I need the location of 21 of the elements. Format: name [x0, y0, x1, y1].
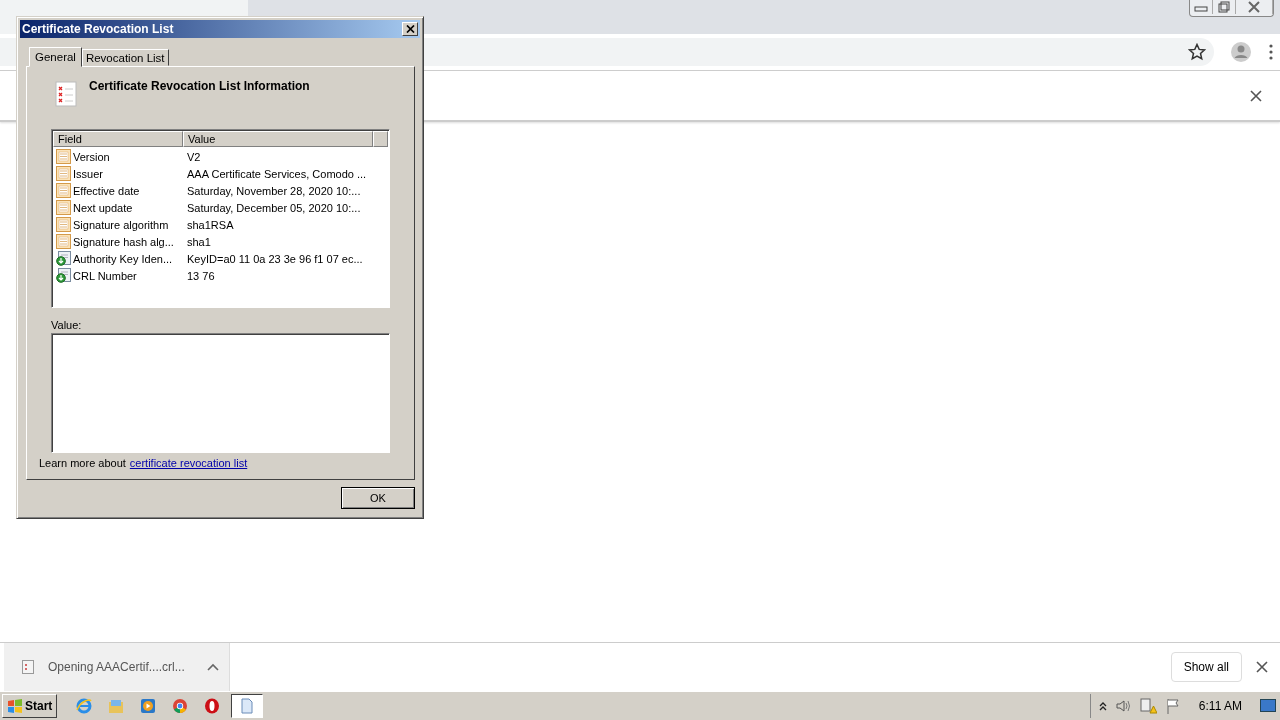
- field-name: Issuer: [73, 167, 103, 180]
- field-value: KeyID=a0 11 0a 23 3e 96 f1 07 ec...: [186, 252, 363, 265]
- field-value: Saturday, December 05, 2020 10:...: [186, 201, 361, 214]
- field-value: sha1RSA: [186, 218, 234, 231]
- field-name: Signature hash alg...: [73, 235, 174, 248]
- section-heading: Certificate Revocation List Information: [89, 79, 310, 93]
- field-value: 13 76: [186, 269, 215, 282]
- field-name: Authority Key Iden...: [73, 252, 173, 265]
- window-title: Certificate Revocation List: [22, 22, 175, 36]
- field-value: V2: [186, 150, 201, 163]
- field-value: sha1: [186, 235, 211, 248]
- value-label: Value:: [51, 319, 83, 331]
- field-name: CRL Number: [73, 269, 137, 282]
- field-name: Next update: [73, 201, 133, 214]
- field-value: AAA Certificate Services, Comodo ...: [186, 167, 367, 180]
- field-name: Version: [73, 150, 110, 163]
- field-value: Saturday, November 28, 2020 10:...: [186, 184, 361, 197]
- field-name: Signature algorithm: [73, 218, 169, 231]
- download-label: Opening AAACertif....crl...: [48, 660, 186, 674]
- help-text: Learn more about: [39, 457, 126, 469]
- field-name: Effective date: [73, 184, 140, 197]
